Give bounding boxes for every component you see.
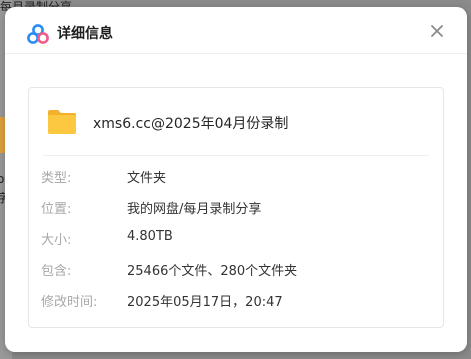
card-divider xyxy=(43,155,429,156)
detail-value: 我的网盘/每月录制分享 xyxy=(127,202,262,217)
detail-value: 2025年05月17日，20:47 xyxy=(127,295,283,310)
details-dialog: 详细信息 xms6.cc@2025年04月份录制 类型: 文件夹 位置: 我的网… xyxy=(5,7,467,352)
detail-value: 25466个文件、280个文件夹 xyxy=(127,264,298,279)
detail-label: 位置: xyxy=(41,202,72,217)
detail-value: 4.80TB xyxy=(127,229,173,244)
header-divider xyxy=(5,53,467,54)
dialog-header: 详细信息 xyxy=(5,7,467,53)
detail-value: 文件夹 xyxy=(127,171,167,186)
detail-label: 大小: xyxy=(41,233,72,248)
background-text: o xyxy=(0,172,5,186)
detail-label: 类型: xyxy=(41,171,72,186)
folder-icon xyxy=(47,108,77,135)
file-name: xms6.cc@2025年04月份录制 xyxy=(93,116,289,132)
baidu-netdisk-logo-icon xyxy=(27,24,49,44)
dialog-title: 详细信息 xyxy=(57,26,113,42)
detail-label: 修改时间: xyxy=(41,295,98,310)
details-card: xms6.cc@2025年04月份录制 类型: 文件夹 位置: 我的网盘/每月录… xyxy=(28,87,444,328)
detail-label: 包含: xyxy=(41,264,72,279)
close-icon[interactable] xyxy=(427,21,447,41)
